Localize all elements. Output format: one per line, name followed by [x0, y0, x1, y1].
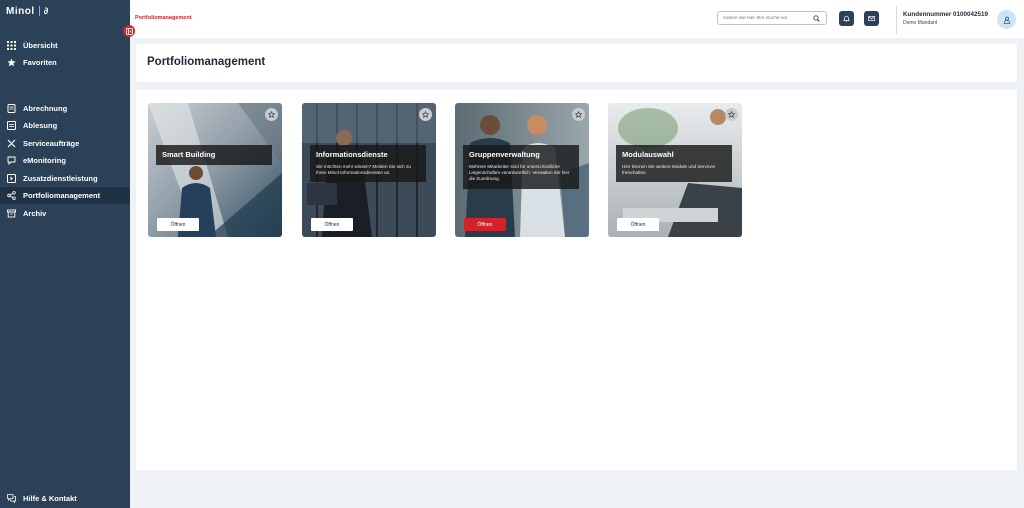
sidebar-item-label: Abrechnung	[23, 104, 68, 113]
favorite-button[interactable]	[419, 108, 432, 121]
sidebar-item-emonitoring[interactable]: eMonitoring	[0, 152, 130, 169]
star-icon	[575, 111, 582, 118]
card-smart-building[interactable]: Smart Building Öffnen	[148, 103, 282, 237]
sidebar-item-label: Archiv	[23, 209, 47, 218]
star-icon	[728, 111, 735, 118]
favorite-button[interactable]	[572, 108, 585, 121]
document-icon	[7, 104, 16, 113]
logo-divider	[38, 6, 40, 16]
card-modulauswahl[interactable]: Modulauswahl Hier können Sie weitere Mod…	[608, 103, 742, 237]
card-gruppenverwaltung[interactable]: Gruppenverwaltung Mehrere Mitarbeiter si…	[455, 103, 589, 237]
cards-panel: Smart Building Öffnen Informationsdienst…	[136, 90, 1017, 470]
collapse-icon	[125, 27, 133, 35]
customer-number: Kundennummer 0100042519	[903, 11, 989, 18]
help-chat-icon	[7, 494, 16, 503]
open-button[interactable]: Öffnen	[617, 218, 659, 231]
sidebar-item-abrechnung[interactable]: Abrechnung	[0, 100, 130, 117]
star-icon	[7, 58, 16, 67]
star-icon	[422, 111, 429, 118]
mail-icon	[868, 15, 875, 22]
sidebar: Minol ∂ Übersicht Favoriten Abrechnung A…	[0, 0, 130, 508]
user-icon	[1003, 16, 1011, 24]
archive-icon	[7, 209, 16, 218]
open-button[interactable]: Öffnen	[311, 218, 353, 231]
breadcrumb[interactable]: Portfoliomanagement	[135, 15, 192, 21]
sidebar-item-uebersicht[interactable]: Übersicht	[0, 37, 130, 54]
page-title-panel: Portfoliomanagement	[136, 44, 1017, 82]
chat-icon	[7, 156, 16, 165]
sidebar-item-label: Hilfe & Kontakt	[23, 494, 77, 503]
sidebar-item-label: Übersicht	[23, 41, 58, 50]
card-overlay: Gruppenverwaltung Mehrere Mitarbeiter si…	[463, 145, 579, 189]
tools-icon	[7, 139, 16, 148]
card-image	[148, 103, 282, 237]
sidebar-item-favoriten[interactable]: Favoriten	[0, 54, 130, 71]
sidebar-item-zusatzdienstleistung[interactable]: Zusatzdienstleistung	[0, 170, 130, 187]
card-title: Modulauswahl	[622, 150, 674, 159]
sidebar-item-portfoliomanagement[interactable]: Portfoliomanagement	[0, 187, 130, 204]
card-overlay: Modulauswahl Hier können Sie weitere Mod…	[616, 145, 732, 182]
card-title: Smart Building	[162, 150, 216, 159]
card-description: Hier können Sie weitere Module und Servi…	[622, 164, 715, 175]
sidebar-item-serviceauftraege[interactable]: Serviceaufträge	[0, 135, 130, 152]
customer-name: Demo Mandant	[903, 20, 938, 26]
card-overlay: Smart Building	[156, 145, 272, 165]
page-title: Portfoliomanagement	[147, 56, 266, 68]
minol-logo[interactable]: Minol ∂	[6, 4, 48, 18]
logo-mark-icon: ∂	[43, 6, 49, 16]
favorite-button[interactable]	[725, 108, 738, 121]
user-avatar[interactable]	[997, 10, 1016, 29]
meter-icon	[7, 121, 16, 130]
share-icon	[7, 191, 16, 200]
sidebar-item-hilfe-kontakt[interactable]: Hilfe & Kontakt	[0, 490, 130, 507]
header-bar: Portfoliomanagement Kundennummer 0100042…	[130, 0, 1024, 38]
card-description: Mehrere Mitarbeiter sind für unterschied…	[469, 164, 570, 181]
sidebar-item-label: Serviceaufträge	[23, 139, 80, 148]
sidebar-item-archiv[interactable]: Archiv	[0, 205, 130, 222]
favorite-button[interactable]	[265, 108, 278, 121]
sidebar-item-label: Ablesung	[23, 121, 58, 130]
card-description: Sie möchten mehr wissen? Melden Sie sich…	[316, 164, 411, 175]
sidebar-collapse-button[interactable]	[123, 25, 135, 37]
search-input[interactable]	[723, 15, 813, 21]
open-button[interactable]: Öffnen	[464, 218, 506, 231]
open-button[interactable]: Öffnen	[157, 218, 199, 231]
messages-button[interactable]	[864, 11, 879, 26]
card-informationsdienste[interactable]: Informationsdienste Sie möchten mehr wis…	[302, 103, 436, 237]
sidebar-item-label: Zusatzdienstleistung	[23, 174, 98, 183]
plus-box-icon	[7, 174, 16, 183]
logo-text: Minol	[6, 5, 35, 17]
sidebar-item-label: Favoriten	[23, 58, 57, 67]
grid-icon	[7, 41, 16, 50]
bell-icon	[843, 15, 850, 22]
sidebar-item-ablesung[interactable]: Ablesung	[0, 117, 130, 134]
search-box[interactable]	[717, 11, 827, 25]
header-divider	[896, 6, 897, 34]
star-icon	[268, 111, 275, 118]
sidebar-item-label: eMonitoring	[23, 156, 66, 165]
notification-button[interactable]	[839, 11, 854, 26]
card-title: Informationsdienste	[316, 150, 388, 159]
sidebar-item-label: Portfoliomanagement	[23, 191, 101, 200]
search-icon[interactable]	[813, 9, 820, 27]
card-overlay: Informationsdienste Sie möchten mehr wis…	[310, 145, 426, 182]
card-title: Gruppenverwaltung	[469, 150, 540, 159]
